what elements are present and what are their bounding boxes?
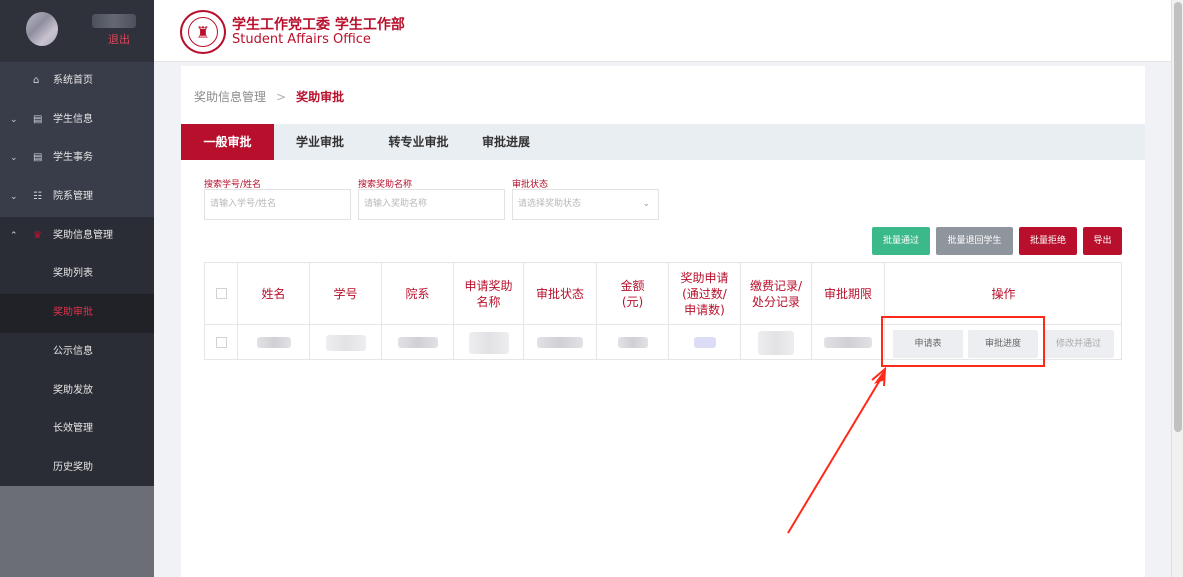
annotation-arrow-icon [787,366,887,534]
